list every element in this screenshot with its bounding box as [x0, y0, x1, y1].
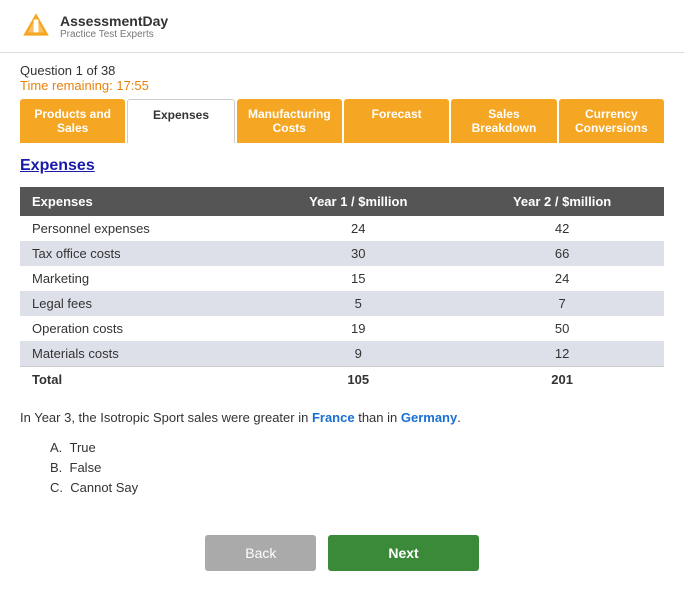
tab-products-sales[interactable]: Products and Sales: [20, 99, 125, 143]
table-row: Legal fees57: [20, 291, 664, 316]
highlight-france: France: [312, 410, 355, 425]
col-header-year2: Year 2 / $million: [460, 187, 664, 216]
table-row: Marketing1524: [20, 266, 664, 291]
table-cell: 12: [460, 341, 664, 367]
footer-year2: 201: [460, 367, 664, 393]
logo-name: AssessmentDay: [60, 13, 168, 29]
table-footer-row: Total 105 201: [20, 367, 664, 393]
highlight-germany: Germany: [401, 410, 457, 425]
tab-bar: Products and Sales Expenses Manufacturin…: [0, 99, 684, 143]
question-text: In Year 3, the Isotropic Sport sales wer…: [20, 408, 664, 428]
table-row: Operation costs1950: [20, 316, 664, 341]
table-cell: 24: [256, 216, 460, 241]
tab-sales-breakdown[interactable]: Sales Breakdown: [451, 99, 556, 143]
footer-label: Total: [20, 367, 256, 393]
logo-text: AssessmentDay Practice Test Experts: [60, 13, 168, 40]
table-cell: Marketing: [20, 266, 256, 291]
table-cell: Legal fees: [20, 291, 256, 316]
table-cell: 7: [460, 291, 664, 316]
col-header-year1: Year 1 / $million: [256, 187, 460, 216]
col-header-expenses: Expenses: [20, 187, 256, 216]
question-number: Question 1 of 38: [20, 63, 664, 78]
content-area: Expenses Expenses Year 1 / $million Year…: [0, 153, 684, 525]
table-row: Materials costs912: [20, 341, 664, 367]
table-cell: 5: [256, 291, 460, 316]
expenses-table: Expenses Year 1 / $million Year 2 / $mil…: [20, 187, 664, 392]
table-header-row: Expenses Year 1 / $million Year 2 / $mil…: [20, 187, 664, 216]
table-cell: 30: [256, 241, 460, 266]
table-row: Personnel expenses2442: [20, 216, 664, 241]
table-cell: 19: [256, 316, 460, 341]
table-cell: 9: [256, 341, 460, 367]
section-title: Expenses: [20, 157, 664, 175]
logo-subtitle: Practice Test Experts: [60, 29, 168, 40]
table-cell: 50: [460, 316, 664, 341]
tab-expenses[interactable]: Expenses: [127, 99, 234, 143]
question-info: Question 1 of 38 Time remaining: 17:55: [0, 53, 684, 99]
answer-list: A. True B. False C. Cannot Say: [50, 440, 664, 495]
time-label: Time remaining:: [20, 78, 113, 93]
logo-icon: [20, 10, 52, 42]
table-cell: 15: [256, 266, 460, 291]
back-button[interactable]: Back: [205, 535, 316, 571]
tab-currency-conversions[interactable]: Currency Conversions: [559, 99, 664, 143]
footer-year1: 105: [256, 367, 460, 393]
time-remaining: Time remaining: 17:55: [20, 78, 664, 93]
table-cell: Materials costs: [20, 341, 256, 367]
table-cell: Personnel expenses: [20, 216, 256, 241]
table-cell: 42: [460, 216, 664, 241]
time-value: 17:55: [116, 78, 149, 93]
table-cell: Operation costs: [20, 316, 256, 341]
table-cell: 66: [460, 241, 664, 266]
table-row: Tax office costs3066: [20, 241, 664, 266]
button-row: Back Next: [0, 525, 684, 591]
table-cell: 24: [460, 266, 664, 291]
tab-manufacturing-costs[interactable]: Manufacturing Costs: [237, 99, 342, 143]
answer-c[interactable]: C. Cannot Say: [50, 480, 664, 495]
answer-a[interactable]: A. True: [50, 440, 664, 455]
header: AssessmentDay Practice Test Experts: [0, 0, 684, 53]
table-cell: Tax office costs: [20, 241, 256, 266]
answer-b[interactable]: B. False: [50, 460, 664, 475]
tab-forecast[interactable]: Forecast: [344, 99, 449, 143]
next-button[interactable]: Next: [328, 535, 478, 571]
